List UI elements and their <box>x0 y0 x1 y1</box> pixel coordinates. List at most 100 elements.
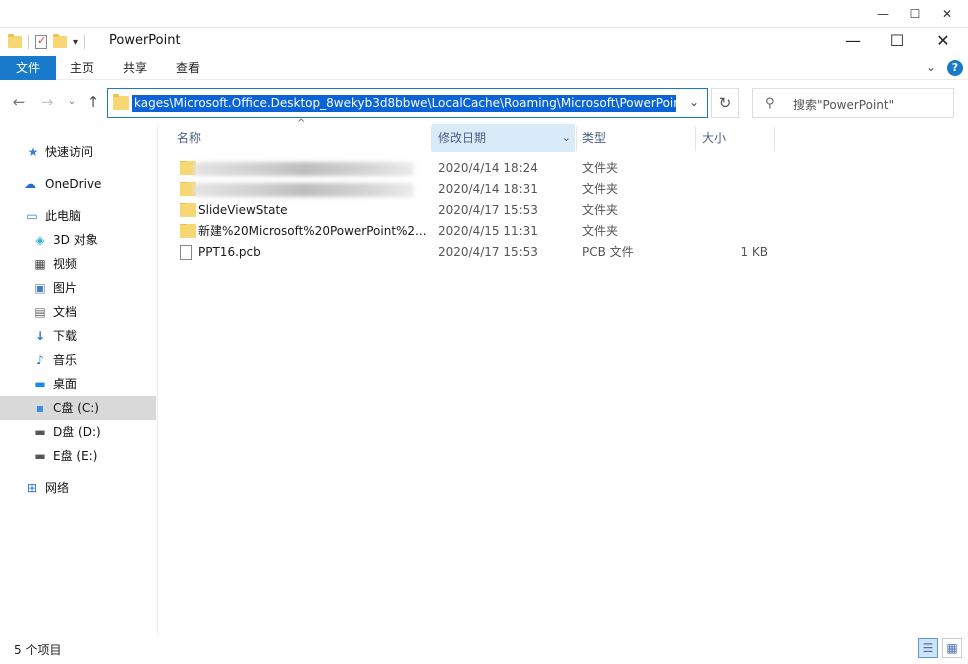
back-button[interactable]: ← <box>9 92 29 112</box>
item-count: 5 个项目 <box>14 643 62 657</box>
picture-icon: ▣ <box>34 281 46 295</box>
sidebar-item-3d-objects[interactable]: ◈ 3D 对象 <box>0 228 156 252</box>
file-icon <box>180 245 192 267</box>
column-header-name[interactable]: 名称 <box>177 124 427 152</box>
network-icon: ⊞ <box>26 481 38 495</box>
chevron-down-icon[interactable]: ⌄ <box>562 124 571 152</box>
sidebar-item-documents[interactable]: ▤ 文档 <box>0 300 156 324</box>
address-bar[interactable]: kages\Microsoft.Office.Desktop_8wekyb3d8… <box>107 88 708 118</box>
up-button[interactable]: ↑ <box>83 92 103 112</box>
address-path[interactable]: kages\Microsoft.Office.Desktop_8wekyb3d8… <box>132 95 676 112</box>
title-bar: ▾ PowerPoint — ☐ ✕ <box>0 28 968 56</box>
minimize-icon[interactable]: — <box>868 4 898 24</box>
window-title: PowerPoint <box>109 33 181 48</box>
star-icon: ★ <box>27 145 39 159</box>
file-type: 文件夹 <box>582 182 619 196</box>
column-header-date[interactable]: 修改日期 ⌄ <box>432 124 575 152</box>
navigation-pane: ★ 快速访问 ☁ OneDrive ▭ 此电脑 ◈ 3D 对象 ▦ 视频 ▣ 图… <box>0 124 158 636</box>
file-row[interactable]: 新建%20Microsoft%20PowerPoint%2... 2020/4/… <box>170 221 780 242</box>
file-name: 新建%20Microsoft%20PowerPoint%2... <box>198 224 427 238</box>
sidebar-item-videos[interactable]: ▦ 视频 <box>0 252 156 276</box>
details-view-button[interactable]: ☰ <box>918 638 938 658</box>
large-icons-view-button[interactable]: ▦ <box>942 638 962 658</box>
background-window-strip: — ☐ ✕ <box>0 0 968 28</box>
folder-icon <box>8 34 22 48</box>
file-type: PCB 文件 <box>582 245 634 259</box>
file-row[interactable]: SlideViewState 2020/4/17 15:53 文件夹 <box>170 200 780 221</box>
cloud-icon: ☁ <box>24 177 36 191</box>
close-button[interactable]: ✕ <box>920 28 966 56</box>
file-size: 1 KB <box>740 245 768 259</box>
file-date: 2020/4/15 11:31 <box>438 224 538 238</box>
computer-icon: ▭ <box>26 209 38 223</box>
tab-home[interactable]: 主页 <box>62 56 102 80</box>
file-row[interactable]: 2020/4/14 18:31 文件夹 <box>170 179 780 200</box>
sidebar-item-this-pc[interactable]: ▭ 此电脑 <box>0 204 156 228</box>
file-name: SlideViewState <box>198 203 288 217</box>
redacted-name <box>194 162 414 176</box>
document-icon: ▤ <box>34 305 46 319</box>
ribbon-tabs: 文件 主页 共享 查看 ⌄ ? <box>0 56 968 80</box>
column-divider[interactable] <box>695 127 696 151</box>
sidebar-item-desktop[interactable]: ▬ 桌面 <box>0 372 156 396</box>
music-icon: ♪ <box>36 353 44 367</box>
chevron-down-icon[interactable]: ⌄ <box>689 95 699 109</box>
sidebar-item-network[interactable]: ⊞ 网络 <box>0 476 156 500</box>
file-date: 2020/4/17 15:53 <box>438 203 538 217</box>
cube-icon: ◈ <box>35 233 45 247</box>
close-icon[interactable]: ✕ <box>932 4 962 24</box>
tab-file[interactable]: 文件 <box>0 56 56 80</box>
file-type: 文件夹 <box>582 161 619 175</box>
maximize-icon[interactable]: ☐ <box>900 4 930 24</box>
expand-ribbon-icon[interactable]: ⌄ <box>926 60 936 74</box>
recent-locations-icon[interactable]: ⌄ <box>62 92 82 112</box>
download-icon: ↓ <box>34 329 46 343</box>
sidebar-item-onedrive[interactable]: ☁ OneDrive <box>0 172 156 196</box>
search-box[interactable]: ⚲ 搜索"PowerPoint" <box>752 88 954 118</box>
new-folder-icon[interactable] <box>53 34 67 48</box>
search-icon: ⚲ <box>765 96 775 111</box>
drive-icon: ▬ <box>34 449 46 463</box>
sidebar-item-d-drive[interactable]: ▬ D盘 (D:) <box>0 420 156 444</box>
minimize-button[interactable]: — <box>830 28 876 56</box>
sidebar-item-c-drive[interactable]: ▪ C盘 (C:) <box>0 396 156 420</box>
drive-icon: ▬ <box>34 425 46 439</box>
file-row[interactable]: PPT16.pcb 2020/4/17 15:53 PCB 文件 1 KB <box>170 242 780 263</box>
sidebar-item-downloads[interactable]: ↓ 下载 <box>0 324 156 348</box>
file-date: 2020/4/14 18:31 <box>438 182 538 196</box>
separator <box>28 35 29 49</box>
customize-toolbar-icon[interactable]: ▾ <box>73 37 78 48</box>
video-icon: ▦ <box>34 257 46 271</box>
file-date: 2020/4/17 15:53 <box>438 245 538 259</box>
sidebar-item-pictures[interactable]: ▣ 图片 <box>0 276 156 300</box>
sidebar-item-e-drive[interactable]: ▬ E盘 (E:) <box>0 444 156 468</box>
redacted-name <box>194 183 414 197</box>
search-input[interactable]: 搜索"PowerPoint" <box>793 96 894 113</box>
tab-view[interactable]: 查看 <box>168 56 208 80</box>
drive-icon: ▪ <box>35 401 45 415</box>
file-date: 2020/4/14 18:24 <box>438 161 538 175</box>
file-name: PPT16.pcb <box>198 245 261 259</box>
forward-button[interactable]: → <box>37 92 57 112</box>
folder-icon <box>113 94 129 110</box>
column-divider[interactable] <box>576 127 577 151</box>
sidebar-item-music[interactable]: ♪ 音乐 <box>0 348 156 372</box>
help-icon[interactable]: ? <box>947 60 963 76</box>
tab-share[interactable]: 共享 <box>115 56 155 80</box>
file-row[interactable]: 2020/4/14 18:24 文件夹 <box>170 158 780 179</box>
properties-icon[interactable] <box>35 34 47 49</box>
maximize-button[interactable]: ☐ <box>874 28 920 56</box>
column-header-size[interactable]: 大小 <box>702 124 772 152</box>
column-header-date-label: 修改日期 <box>438 131 487 145</box>
refresh-button[interactable]: ↻ <box>711 88 739 118</box>
separator <box>84 35 86 49</box>
column-divider[interactable] <box>774 127 775 151</box>
file-type: 文件夹 <box>582 203 619 217</box>
status-bar: 5 个项目 ☰ ▦ <box>0 636 968 664</box>
sidebar-item-quick-access[interactable]: ★ 快速访问 <box>0 140 156 164</box>
desktop-icon: ▬ <box>34 377 46 391</box>
navigation-bar: ← → ⌄ ↑ kages\Microsoft.Office.Desktop_8… <box>0 80 968 124</box>
quick-access-toolbar: ▾ <box>8 32 86 52</box>
column-header-type[interactable]: 类型 <box>582 124 692 152</box>
file-type: 文件夹 <box>582 224 619 238</box>
